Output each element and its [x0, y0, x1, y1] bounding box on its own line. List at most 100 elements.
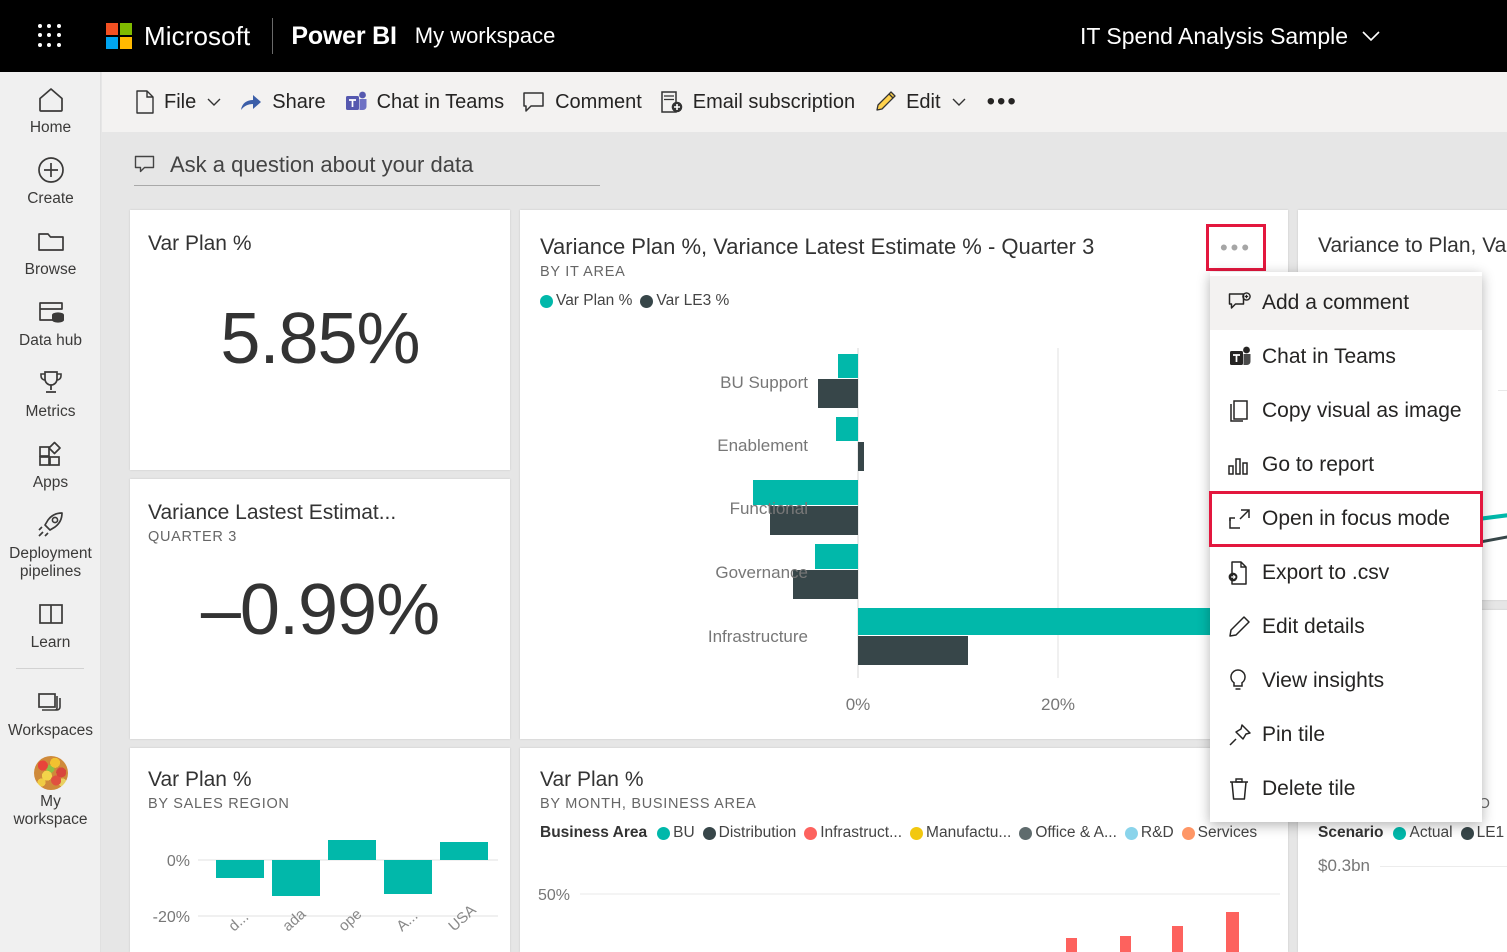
sidebar-label-home: Home [29, 119, 72, 136]
tile-title: Variance Plan %, Variance Latest Estimat… [540, 234, 1095, 259]
breadcrumb-workspace[interactable]: My workspace [415, 23, 556, 49]
menu-item-chat-in-teams[interactable]: Chat in Teams [1210, 330, 1482, 384]
legend-swatch [1019, 826, 1033, 840]
month-business-bar-chart: 50% [538, 887, 1280, 952]
legend-swatch [804, 826, 818, 840]
menu-item-copy-visual-as-image[interactable]: Copy visual as image [1210, 384, 1482, 438]
svg-text:d...: d... [225, 908, 252, 935]
tile-title: Var Plan % [540, 768, 644, 791]
qna-bubble-icon [134, 155, 158, 175]
legend-item[interactable]: Office & A... [1019, 824, 1117, 842]
more-options-button[interactable]: ••• [975, 82, 1030, 122]
menu-item-view-insights[interactable]: View insights [1210, 654, 1482, 708]
menu-item-go-to-report[interactable]: Go to report [1210, 438, 1482, 492]
it-area-bar-chart: BU Support Enablement Functional Governa… [520, 330, 1288, 730]
sidebar-item-metrics[interactable]: Metrics [0, 356, 100, 427]
svg-text:Governance: Governance [715, 563, 808, 582]
data-hub-icon [2, 295, 99, 329]
svg-text:BU Support: BU Support [720, 373, 808, 392]
menu-item-label: Open in focus mode [1262, 507, 1450, 530]
email-subscription-button[interactable]: Email subscription [651, 82, 864, 122]
menu-item-add-a-comment[interactable]: Add a comment [1210, 276, 1482, 330]
sidebar-item-workspaces[interactable]: Workspaces [0, 675, 100, 746]
legend-label: BU [673, 824, 695, 841]
menu-item-label: Chat in Teams [1262, 345, 1396, 368]
powerbi-product-name[interactable]: Power BI [291, 22, 397, 51]
pin-icon [1228, 723, 1262, 747]
email-subscription-label: Email subscription [692, 90, 856, 113]
app-launcher-icon[interactable] [26, 12, 74, 60]
svg-text:ope: ope [335, 906, 365, 935]
legend-item[interactable]: BU [657, 824, 695, 842]
legend-item[interactable]: Actual [1393, 824, 1453, 842]
legend-item[interactable]: Distribution [702, 824, 797, 842]
legend-label: Distribution [718, 824, 797, 841]
menu-item-pin-tile[interactable]: Pin tile [1210, 708, 1482, 762]
legend-item[interactable]: LE1 [1460, 824, 1504, 842]
legend-item[interactable]: R&D [1124, 824, 1174, 842]
teams-icon [1228, 345, 1262, 369]
tile-more-options-button[interactable]: ••• [1206, 224, 1266, 271]
legend-label: Infrastruct... [820, 824, 903, 841]
legend-title: Scenario [1318, 824, 1384, 841]
legend-label: Manufactu... [926, 824, 1012, 841]
share-icon [239, 91, 263, 113]
comment-button[interactable]: Comment [513, 82, 651, 122]
legend-item[interactable]: Var LE3 % [640, 292, 729, 310]
svg-text:USA: USA [445, 902, 479, 935]
legend-label: Actual [1409, 824, 1453, 841]
sidebar-item-my-workspace[interactable]: My workspace [0, 746, 100, 835]
menu-item-label: Delete tile [1262, 777, 1356, 800]
focus-mode-icon [1228, 508, 1262, 530]
tile-variance-by-it-area[interactable]: Variance Plan %, Variance Latest Estimat… [520, 210, 1288, 739]
chevron-down-icon [952, 98, 966, 106]
sidebar-item-home[interactable]: Home [0, 72, 100, 143]
menu-item-open-in-focus-mode[interactable]: Open in focus mode [1209, 491, 1483, 547]
svg-text:-20%: -20% [153, 909, 190, 926]
edit-button[interactable]: Edit [864, 82, 974, 122]
menu-item-label: Go to report [1262, 453, 1375, 476]
tile-var-plan-kpi[interactable]: Var Plan % 5.85% [130, 210, 510, 470]
legend-item[interactable]: Var Plan % [540, 292, 632, 310]
legend-item[interactable]: Infrastruct... [804, 824, 902, 842]
legend-item[interactable]: Manufactu... [910, 824, 1011, 842]
share-button[interactable]: Share [230, 82, 334, 122]
chart-legend: Scenario Actual LE1 [1318, 824, 1507, 842]
lightbulb-icon [1228, 669, 1262, 693]
sidebar-item-browse[interactable]: Browse [0, 214, 100, 285]
tile-var-plan-by-sales-region[interactable]: Var Plan % BY SALES REGION 0% -20% d... … [130, 748, 510, 952]
legend-swatch [640, 294, 654, 308]
tile-variance-latest-estimate-kpi[interactable]: Variance Lastest Estimat... QUARTER 3 –0… [130, 479, 510, 739]
qna-search-input[interactable]: Ask a question about your data [134, 144, 600, 186]
legend-label: R&D [1140, 824, 1174, 841]
sidebar-item-apps[interactable]: Apps [0, 427, 100, 498]
sidebar-label-my-workspace: My workspace [13, 793, 88, 828]
chat-in-teams-button[interactable]: Chat in Teams [335, 82, 513, 122]
sidebar-item-learn[interactable]: Learn [0, 587, 100, 658]
sidebar-item-data-hub[interactable]: Data hub [0, 285, 100, 356]
legend-swatch [1460, 826, 1474, 840]
menu-item-delete-tile[interactable]: Delete tile [1210, 762, 1482, 816]
report-name-dropdown[interactable]: IT Spend Analysis Sample [1080, 0, 1380, 72]
tile-var-plan-by-month-business-area[interactable]: Var Plan % BY MONTH, BUSINESS AREA Busin… [520, 748, 1288, 952]
svg-text:Infrastructure: Infrastructure [708, 627, 808, 646]
menu-item-export-to-csv[interactable]: Export to .csv [1210, 546, 1482, 600]
header-divider [272, 18, 274, 54]
microsoft-logo[interactable]: Microsoft [106, 21, 250, 52]
menu-item-label: Edit details [1262, 615, 1365, 638]
legend-swatch [1124, 826, 1138, 840]
menu-item-label: Export to .csv [1262, 561, 1390, 584]
sidebar-item-create[interactable]: Create [0, 143, 100, 214]
report-title: IT Spend Analysis Sample [1080, 22, 1349, 49]
folder-icon [2, 224, 99, 258]
legend-item[interactable]: Services [1181, 824, 1258, 842]
pencil-icon [1228, 616, 1262, 638]
chart-legend: Var Plan % Var LE3 % [540, 292, 1288, 310]
apps-icon [2, 437, 99, 471]
svg-text:Enablement: Enablement [717, 436, 808, 455]
menu-item-edit-details[interactable]: Edit details [1210, 600, 1482, 654]
menu-item-label: Copy visual as image [1262, 399, 1462, 422]
legend-label: Services [1197, 824, 1258, 841]
file-menu-button[interactable]: File [126, 82, 230, 122]
sidebar-item-deployment-pipelines[interactable]: Deployment pipelines [0, 498, 100, 587]
